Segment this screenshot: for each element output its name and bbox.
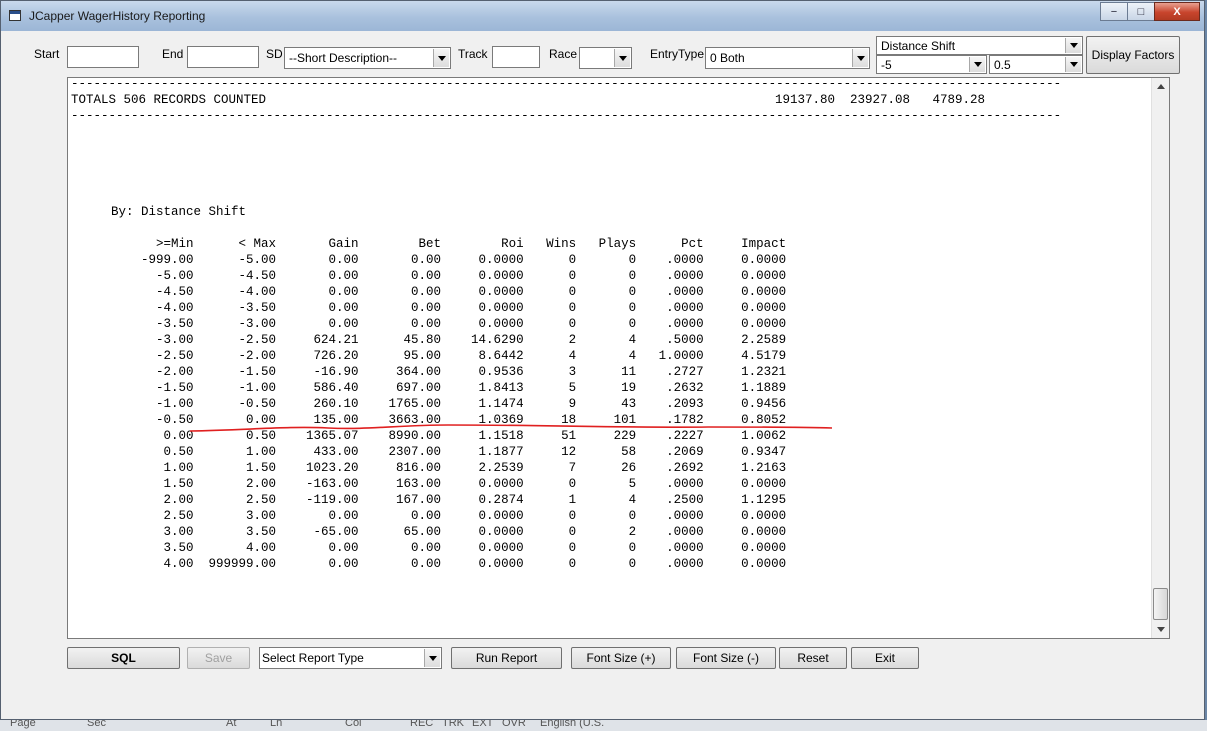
report-type-value: Select Report Type (262, 651, 364, 665)
save-button[interactable]: Save (187, 647, 250, 669)
strip-ln: Ln (270, 720, 283, 729)
short-description-select[interactable]: --Short Description-- (284, 47, 451, 69)
app-window: JCapper WagerHistory Reporting − □ X Sta… (0, 0, 1205, 720)
scroll-down-icon[interactable] (1152, 621, 1169, 638)
track-input[interactable] (492, 46, 540, 68)
close-button[interactable]: X (1154, 2, 1200, 21)
race-label: Race (549, 47, 578, 61)
table-row: -4.00 -3.50 0.00 0.00 0.0000 0 0 .0000 0… (111, 301, 787, 315)
entrytype-select[interactable]: 0 Both (705, 47, 870, 69)
table-row: -4.50 -4.00 0.00 0.00 0.0000 0 0 .0000 0… (111, 285, 787, 299)
window-title: JCapper WagerHistory Reporting (29, 9, 206, 23)
race-select[interactable] (579, 47, 632, 69)
maximize-button[interactable]: □ (1127, 2, 1155, 21)
table-row: 3.50 4.00 0.00 0.00 0.0000 0 0 .0000 0.0… (111, 541, 787, 555)
report-separator: ----------------------------------------… (71, 77, 1062, 91)
font-size-plus-button[interactable]: Font Size (+) (571, 647, 671, 669)
client-area: Start End SD --Short Description-- Track… (8, 31, 1198, 715)
table-row: -3.00 -2.50 624.21 45.80 14.6290 2 4 .50… (111, 333, 787, 347)
factor-min-value: -5 (881, 58, 892, 72)
short-description-value: --Short Description-- (289, 51, 398, 65)
font-size-minus-button[interactable]: Font Size (-) (676, 647, 776, 669)
entrytype-value: 0 Both (710, 51, 745, 65)
sql-button[interactable]: SQL (67, 647, 180, 669)
background-status-strip: Page Sec At Ln Col REC TRK EXT OVR Engli… (0, 720, 1207, 731)
reset-button[interactable]: Reset (779, 647, 847, 669)
vertical-scrollbar[interactable] (1151, 78, 1169, 638)
totals-values: 19137.80 23927.08 4789.28 (775, 93, 986, 107)
display-factors-button[interactable]: Display Factors (1086, 36, 1180, 74)
end-label: End (162, 47, 184, 61)
factor-step-value: 0.5 (994, 58, 1011, 72)
table-row: 2.00 2.50 -119.00 167.00 0.2874 1 4 .250… (111, 493, 787, 507)
strip-ovr: OVR (502, 720, 526, 729)
factor-value: Distance Shift (881, 39, 956, 53)
scroll-up-icon[interactable] (1152, 78, 1169, 95)
group-by-line: By: Distance Shift (111, 205, 247, 219)
table-row: -5.00 -4.50 0.00 0.00 0.0000 0 0 .0000 0… (111, 269, 787, 283)
factor-select[interactable]: Distance Shift (876, 36, 1083, 55)
app-icon (9, 10, 21, 21)
track-label: Track (458, 47, 488, 61)
table-row: -1.00 -0.50 260.10 1765.00 1.1474 9 43 .… (111, 397, 787, 411)
sd-label: SD (266, 47, 283, 61)
strip-sec: Sec (87, 720, 106, 729)
strip-col: Col (345, 720, 362, 729)
totals-label: TOTALS 506 RECORDS COUNTED (71, 93, 267, 107)
start-input[interactable] (67, 46, 139, 68)
table-row: -3.50 -3.00 0.00 0.00 0.0000 0 0 .0000 0… (111, 317, 787, 331)
chevron-down-icon[interactable] (1065, 38, 1081, 53)
strip-rec: REC (410, 720, 434, 729)
table-header: >=Min < Max Gain Bet Roi Wins Plays Pct … (111, 237, 787, 251)
table-row: -2.00 -1.50 -16.90 364.00 0.9536 3 11 .2… (111, 365, 787, 379)
start-label: Start (34, 47, 60, 61)
minimize-button[interactable]: − (1100, 2, 1128, 21)
run-report-button[interactable]: Run Report (451, 647, 562, 669)
chevron-down-icon[interactable] (433, 49, 449, 67)
table-row: 2.50 3.00 0.00 0.00 0.0000 0 0 .0000 0.0… (111, 509, 787, 523)
table-row: -1.50 -1.00 586.40 697.00 1.8413 5 19 .2… (111, 381, 787, 395)
chevron-down-icon[interactable] (852, 49, 868, 67)
table-row: 0.50 1.00 433.00 2307.00 1.1877 12 58 .2… (111, 445, 787, 459)
table-row: 1.50 2.00 -163.00 163.00 0.0000 0 5 .000… (111, 477, 787, 491)
table-row: 0.00 0.50 1365.07 8990.00 1.1518 51 229 … (111, 429, 787, 443)
report-separator: ----------------------------------------… (71, 109, 1062, 123)
factor-min-select[interactable]: -5 (876, 55, 987, 74)
report-output[interactable]: ----------------------------------------… (67, 77, 1170, 639)
table-row: 4.00 999999.00 0.00 0.00 0.0000 0 0 .000… (111, 557, 787, 571)
strip-at: At (226, 720, 237, 729)
report-type-select[interactable]: Select Report Type (259, 647, 442, 669)
table-row: -0.50 0.00 135.00 3663.00 1.0369 18 101 … (111, 413, 787, 427)
chevron-down-icon[interactable] (1065, 57, 1081, 72)
chevron-down-icon[interactable] (424, 649, 440, 667)
scroll-thumb[interactable] (1153, 588, 1168, 620)
factor-step-select[interactable]: 0.5 (989, 55, 1083, 74)
end-input[interactable] (187, 46, 259, 68)
chevron-down-icon[interactable] (969, 57, 985, 72)
chevron-down-icon[interactable] (614, 49, 630, 67)
table-row: -2.50 -2.00 726.20 95.00 8.6442 4 4 1.00… (111, 349, 787, 363)
strip-page: Page (10, 720, 36, 729)
strip-trk: TRK (442, 720, 464, 729)
exit-button[interactable]: Exit (851, 647, 919, 669)
table-row: 3.00 3.50 -65.00 65.00 0.0000 0 2 .0000 … (111, 525, 787, 539)
entrytype-label: EntryType (650, 47, 705, 61)
strip-ext: EXT (472, 720, 494, 729)
table-row: -999.00 -5.00 0.00 0.00 0.0000 0 0 .0000… (111, 253, 787, 267)
strip-language: English (U.S. (540, 720, 605, 729)
title-bar: JCapper WagerHistory Reporting − □ X (1, 1, 1204, 31)
table-row: 1.00 1.50 1023.20 816.00 2.2539 7 26 .26… (111, 461, 787, 475)
